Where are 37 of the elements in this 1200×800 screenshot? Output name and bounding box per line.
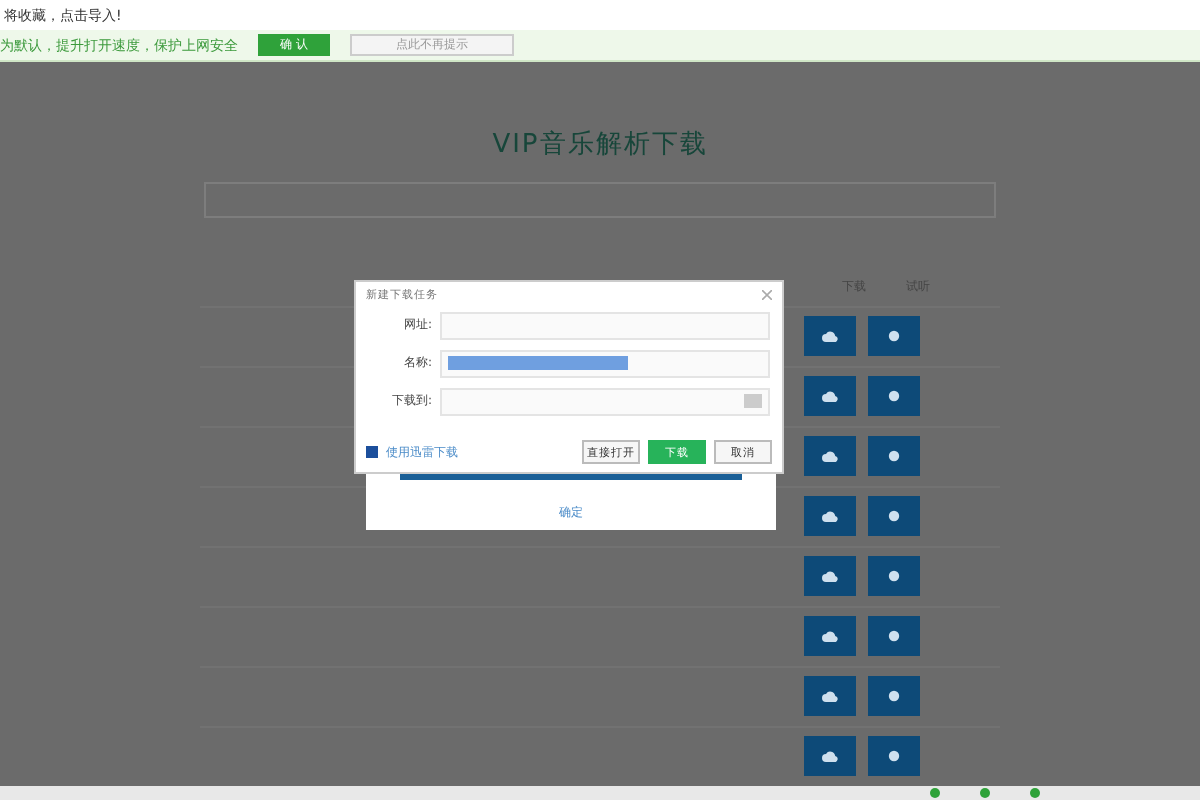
play-icon [888,330,900,343]
action-button[interactable] [804,556,856,597]
play-icon [888,630,900,643]
action-button[interactable] [804,316,856,357]
play-icon [888,390,900,403]
cloud-icon [822,690,838,703]
thunder-icon [366,446,378,458]
play-icon [888,750,900,763]
play-icon [888,570,900,583]
input-field[interactable] [440,349,770,377]
action-button[interactable] [804,736,856,777]
play-icon [888,690,900,703]
action-button[interactable] [804,436,856,477]
play-icon [888,510,900,523]
cloud-icon [822,510,838,523]
input-field[interactable] [440,311,770,339]
action-button[interactable] [804,616,856,657]
action-button[interactable] [868,676,920,717]
action-button[interactable] [868,736,920,777]
action-button[interactable] [868,436,920,477]
cloud-icon [822,450,838,463]
play-icon [888,450,900,463]
input-field[interactable] [440,387,770,415]
action-button[interactable] [868,316,920,357]
action-button[interactable] [868,496,920,537]
cloud-icon [822,630,838,643]
action-button[interactable] [804,496,856,537]
cloud-icon [822,330,838,343]
action-button[interactable] [868,616,920,657]
page-title: VIP音乐解析下载 [492,127,708,162]
cloud-icon [822,750,838,763]
action-button[interactable] [868,376,920,417]
action-button[interactable] [868,556,920,597]
action-button[interactable] [804,376,856,417]
cloud-icon [822,570,838,583]
cloud-icon [822,390,838,403]
action-button[interactable] [804,676,856,717]
